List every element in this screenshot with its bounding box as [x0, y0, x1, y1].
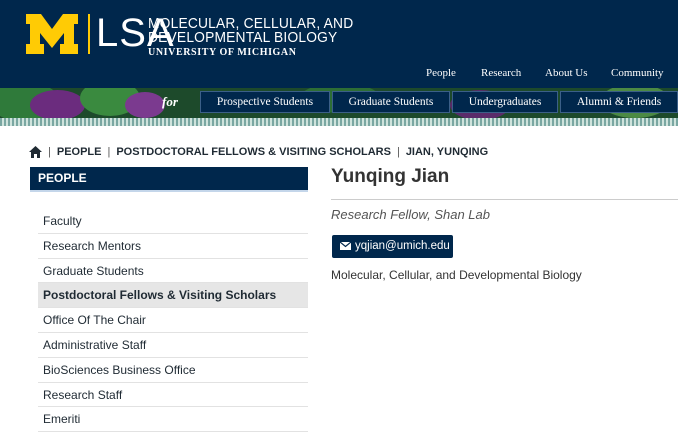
- sidebar-item-research-mentors[interactable]: Research Mentors: [38, 234, 308, 259]
- audience-tab-graduate-students[interactable]: Graduate Students: [332, 91, 450, 113]
- site-header: LSA MOLECULAR, CELLULAR, AND DEVELOPMENT…: [0, 0, 678, 88]
- university-name[interactable]: UNIVERSITY OF MICHIGAN: [148, 46, 297, 60]
- sidebar-item-faculty[interactable]: Faculty: [38, 209, 308, 234]
- email-address: yqjian@umich.edu: [355, 240, 450, 252]
- envelope-icon: [339, 241, 352, 250]
- decorative-stripe: [0, 118, 678, 126]
- audience-tab-prospective-students[interactable]: Prospective Students: [200, 91, 330, 113]
- block-m-logo[interactable]: [26, 14, 78, 54]
- sidebar-item-office-of-the-chair[interactable]: Office Of The Chair: [38, 308, 308, 333]
- person-name: Yunqing Jian: [331, 166, 450, 187]
- home-icon[interactable]: [29, 146, 42, 158]
- sidebar-item-emeriti[interactable]: Emeriti: [38, 407, 308, 433]
- breadcrumb-people[interactable]: PEOPLE: [57, 146, 102, 158]
- person-title: Research Fellow, Shan Lab: [331, 207, 490, 222]
- sidebar-heading-accent: [30, 190, 308, 192]
- audience-tab-alumni-friends[interactable]: Alumni & Friends: [560, 91, 678, 113]
- top-nav-about-us[interactable]: About Us: [545, 67, 587, 79]
- breadcrumb-current: JIAN, YUNQING: [405, 146, 489, 158]
- breadcrumb: | PEOPLE | POSTDOCTORAL FELLOWS & VISITI…: [29, 144, 488, 160]
- sidebar-item-administrative-staff[interactable]: Administrative Staff: [38, 333, 308, 358]
- sidebar-item-postdoctoral-fellows[interactable]: Postdoctoral Fellows & Visiting Scholars: [38, 283, 308, 309]
- sidebar-item-research-staff[interactable]: Research Staff: [38, 383, 308, 408]
- top-nav-people[interactable]: People: [426, 67, 456, 79]
- audience-tab-undergraduates[interactable]: Undergraduates: [452, 91, 558, 113]
- sidebar-nav: Faculty Research Mentors Graduate Studen…: [38, 209, 308, 433]
- sidebar-heading[interactable]: PEOPLE: [30, 167, 308, 190]
- audience-for-label: for: [162, 94, 178, 109]
- breadcrumb-separator: |: [107, 146, 111, 158]
- breadcrumb-separator: |: [48, 146, 51, 158]
- email-button[interactable]: yqjian@umich.edu: [332, 235, 453, 258]
- top-nav-community[interactable]: Community: [611, 67, 664, 79]
- top-nav-research[interactable]: Research: [481, 67, 521, 79]
- breadcrumb-postdoctoral-fellows[interactable]: POSTDOCTORAL FELLOWS & VISITING SCHOLARS: [116, 146, 391, 158]
- logo-divider: [88, 14, 90, 54]
- sidebar-item-graduate-students[interactable]: Graduate Students: [38, 259, 308, 284]
- sidebar-item-biosciences-business-office[interactable]: BioSciences Business Office: [38, 358, 308, 383]
- person-department: Molecular, Cellular, and Developmental B…: [331, 268, 582, 282]
- breadcrumb-separator: |: [396, 146, 400, 158]
- divider: [331, 199, 678, 200]
- department-name-line2[interactable]: DEVELOPMENTAL BIOLOGY: [148, 30, 337, 45]
